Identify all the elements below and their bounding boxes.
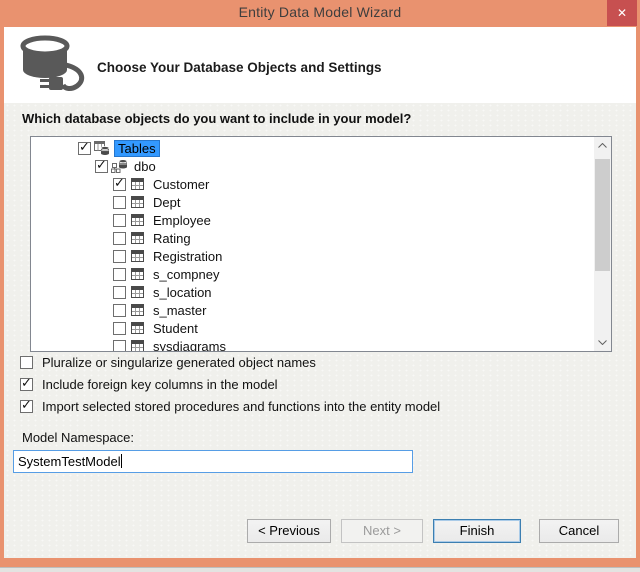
database-plug-icon (14, 33, 92, 100)
table-icon (131, 250, 144, 262)
title-bar[interactable]: Entity Data Model Wizard ✕ (0, 0, 640, 27)
option-pluralize[interactable]: Pluralize or singularize generated objec… (20, 355, 316, 370)
option-foreign-keys[interactable]: Include foreign key columns in the model (20, 376, 278, 392)
close-icon[interactable]: ✕ (607, 0, 637, 26)
tree-scrollbar[interactable] (594, 137, 611, 351)
tables-group-icon (94, 141, 110, 155)
tree-item-dbo[interactable]: dbo (31, 157, 594, 175)
cancel-button[interactable]: Cancel (539, 519, 619, 543)
wizard-header: Choose Your Database Objects and Setting… (4, 27, 636, 103)
tree-item-table[interactable]: Student (31, 319, 594, 337)
checkbox[interactable] (113, 267, 126, 281)
checkbox[interactable] (113, 285, 126, 299)
tree-item-table[interactable]: Dept (31, 193, 594, 211)
checkbox[interactable] (113, 249, 126, 263)
table-icon (131, 304, 144, 316)
tree-item-label[interactable]: sysdiagrams (150, 339, 229, 352)
model-namespace-value: SystemTestModel (18, 454, 121, 469)
checkbox[interactable] (113, 176, 126, 191)
question-label: Which database objects do you want to in… (22, 111, 412, 126)
text-caret (120, 454, 122, 468)
tree-item-label[interactable]: Registration (150, 249, 225, 264)
table-icon (131, 322, 144, 334)
checkbox[interactable] (113, 231, 126, 245)
tree-item-tables[interactable]: Tables (31, 139, 594, 157)
option-label: Include foreign key columns in the model (42, 377, 278, 392)
wizard-body: Which database objects do you want to in… (4, 103, 636, 558)
tree-item-table[interactable]: Customer (31, 175, 594, 193)
model-namespace-label: Model Namespace: (22, 430, 134, 445)
checkbox[interactable] (113, 339, 126, 351)
next-button[interactable]: Next > (341, 519, 423, 543)
tree-item-table[interactable]: sysdiagrams (31, 337, 594, 352)
checkbox[interactable] (20, 398, 33, 413)
checkbox[interactable] (113, 195, 126, 209)
table-icon (131, 340, 144, 351)
scroll-up-icon[interactable] (594, 137, 611, 154)
tree-item-label[interactable]: Rating (150, 231, 194, 246)
tree-item-label[interactable]: Employee (150, 213, 214, 228)
checkbox[interactable] (113, 213, 126, 227)
tree-item-label[interactable]: Tables (114, 139, 160, 157)
scrollbar-thumb[interactable] (595, 159, 610, 271)
checkbox[interactable] (95, 158, 108, 173)
option-import-procedures[interactable]: Import selected stored procedures and fu… (20, 398, 441, 414)
checkbox[interactable] (20, 376, 33, 391)
tree-item-label[interactable]: Customer (150, 177, 212, 192)
checkbox[interactable] (20, 356, 33, 369)
tree-item-table[interactable]: s_compney (31, 265, 594, 283)
tree-item-table[interactable]: s_location (31, 283, 594, 301)
tree-item-table[interactable]: Registration (31, 247, 594, 265)
tree-item-table[interactable]: Rating (31, 229, 594, 247)
table-icon (131, 178, 144, 190)
tree-item-label[interactable]: s_master (150, 303, 209, 318)
entity-data-model-wizard-dialog: Entity Data Model Wizard ✕ Choose Your D… (0, 0, 640, 572)
checkbox[interactable] (113, 303, 126, 317)
tree-item-table[interactable]: Employee (31, 211, 594, 229)
wizard-step-title: Choose Your Database Objects and Setting… (97, 60, 382, 75)
option-label: Import selected stored procedures and fu… (42, 399, 441, 414)
database-objects-tree[interactable]: Tables (30, 136, 612, 352)
checkbox[interactable] (78, 140, 91, 155)
tree-item-label[interactable]: s_compney (150, 267, 222, 282)
tree-item-label[interactable]: dbo (131, 159, 159, 174)
scroll-down-icon[interactable] (594, 334, 611, 351)
table-icon (131, 196, 144, 208)
checkbox[interactable] (113, 321, 126, 335)
tree-item-label[interactable]: Student (150, 321, 201, 336)
tree-item-label[interactable]: Dept (150, 195, 183, 210)
table-icon (131, 268, 144, 280)
window-title: Entity Data Model Wizard (238, 4, 402, 20)
tree-item-label[interactable]: s_location (150, 285, 215, 300)
option-label: Pluralize or singularize generated objec… (42, 355, 316, 370)
schema-icon (111, 159, 128, 173)
previous-button[interactable]: < Previous (247, 519, 331, 543)
table-icon (131, 232, 144, 244)
table-icon (131, 286, 144, 298)
tree-item-table[interactable]: s_master (31, 301, 594, 319)
table-icon (131, 214, 144, 226)
finish-button[interactable]: Finish (433, 519, 521, 543)
model-namespace-input[interactable]: SystemTestModel (13, 450, 413, 473)
background-edge (0, 567, 640, 572)
